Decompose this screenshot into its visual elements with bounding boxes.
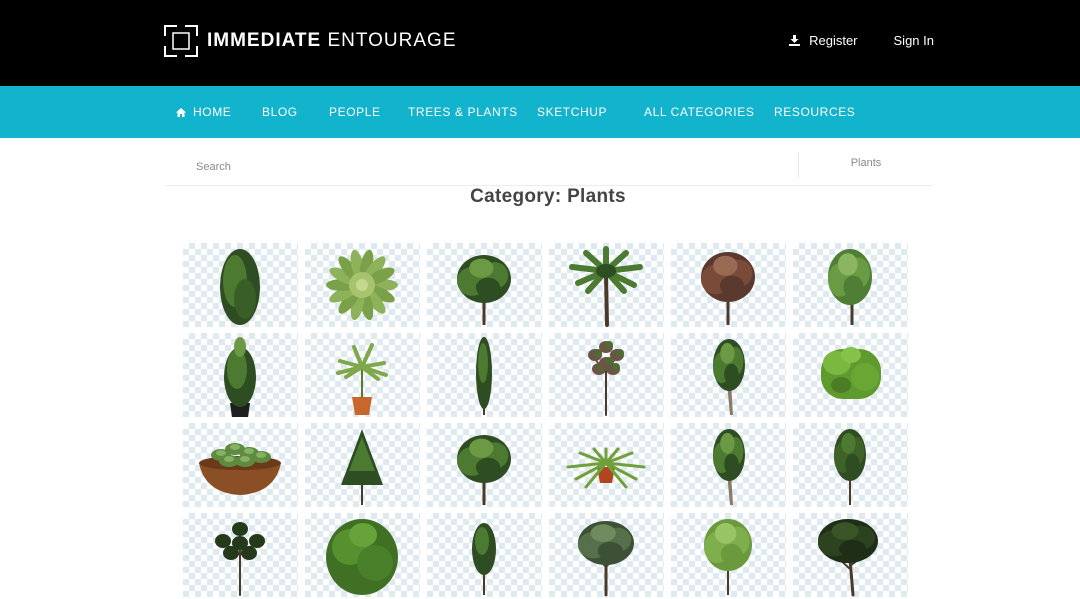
register-label: Register: [809, 33, 858, 48]
hedge-image: [821, 347, 881, 399]
bush-round-image: [326, 519, 398, 595]
tree-light-image: [828, 249, 872, 325]
tree-thin-image: [834, 429, 866, 505]
plant-thumbnail-hedge[interactable]: [793, 333, 908, 417]
site-logo[interactable]: IMMEDIATE ENTOURAGE: [163, 24, 457, 58]
plant-thumbnail-cypress-shrub[interactable]: [183, 243, 298, 327]
plant-thumbnail-palm[interactable]: [549, 243, 664, 327]
bowl-succulents-image: [199, 443, 281, 495]
tree-autumn-image: [701, 252, 755, 325]
home-icon: [176, 107, 186, 117]
nav-trees-plants[interactable]: TREES & PLANTS: [408, 86, 518, 138]
plant-thumbnail-tree-gnarled[interactable]: [793, 513, 908, 597]
nav-people[interactable]: PEOPLE: [329, 86, 381, 138]
nav-home-label: HOME: [193, 105, 232, 119]
potted-cone-image: [224, 337, 256, 417]
tree-round-image: [457, 255, 511, 325]
nav-blog[interactable]: BLOG: [262, 86, 298, 138]
logo-text-light: ENTOURAGE: [327, 30, 457, 51]
plant-thumbnail-tree-sparse-dark[interactable]: [183, 513, 298, 597]
plant-thumbnail-bush-round[interactable]: [305, 513, 420, 597]
palm-image: [569, 246, 643, 327]
logo-wordmark: IMMEDIATE ENTOURAGE: [207, 24, 457, 58]
category-select[interactable]: Plants: [799, 150, 933, 178]
plant-thumbnail-tree-round[interactable]: [427, 243, 542, 327]
plant-thumbnail-tree-light-round[interactable]: [671, 513, 786, 597]
tree-round-image: [457, 435, 511, 505]
plant-thumbnail-succulent-rosette[interactable]: [305, 243, 420, 327]
tree-sparse-image: [588, 341, 624, 416]
plant-thumbnail-potted-palm[interactable]: [305, 333, 420, 417]
main-nav: HOME BLOG PEOPLE TREES & PLANTS SKETCHUP…: [0, 86, 1080, 138]
search-bar: Plants: [165, 150, 933, 186]
nav-sketchup[interactable]: SKETCHUP: [537, 86, 607, 138]
tree-slim-image: [713, 429, 745, 505]
columnar-small-image: [472, 523, 496, 595]
plant-thumbnail-bowl-succulents[interactable]: [183, 423, 298, 507]
columnar-tree-image: [476, 337, 492, 415]
page-title: Category: Plants: [470, 186, 626, 207]
tree-gnarled-image: [818, 519, 878, 597]
succulent-rosette-image: [326, 249, 398, 321]
plant-thumbnail-olive-tree[interactable]: [549, 513, 664, 597]
plant-thumbnail-fern-pot[interactable]: [549, 423, 664, 507]
search-input[interactable]: [165, 150, 797, 184]
nav-home[interactable]: HOME: [176, 86, 231, 138]
plant-thumbnail-tree-autumn[interactable]: [671, 243, 786, 327]
plant-thumbnail-tree-light[interactable]: [793, 243, 908, 327]
plant-thumbnail-potted-cone[interactable]: [183, 333, 298, 417]
plant-thumbnail-columnar-small[interactable]: [427, 513, 542, 597]
tree-slim-image: [713, 339, 745, 415]
tree-light-round-image: [704, 519, 752, 595]
plant-thumbnail-tree-slim[interactable]: [671, 423, 786, 507]
site-header: IMMEDIATE ENTOURAGE Register Sign In: [0, 0, 1080, 86]
logo-text-bold: IMMEDIATE: [207, 30, 322, 51]
sign-in-link[interactable]: Sign In: [894, 33, 934, 48]
tree-sparse-dark-image: [215, 522, 265, 596]
bracket-square-logo-icon: [163, 24, 199, 58]
plant-thumbnail-conifer[interactable]: [305, 423, 420, 507]
cypress-shrub-image: [220, 249, 260, 325]
plant-grid: [183, 243, 913, 597]
olive-tree-image: [578, 521, 634, 597]
potted-palm-image: [336, 343, 388, 415]
plant-thumbnail-columnar-tree[interactable]: [427, 333, 542, 417]
nav-all-categories[interactable]: ALL CATEGORIES: [644, 86, 754, 138]
fern-pot-image: [566, 447, 646, 489]
plant-thumbnail-tree-round[interactable]: [427, 423, 542, 507]
conifer-image: [341, 429, 383, 505]
plant-thumbnail-tree-thin[interactable]: [793, 423, 908, 507]
nav-resources[interactable]: RESOURCES: [774, 86, 855, 138]
plant-thumbnail-tree-slim[interactable]: [671, 333, 786, 417]
download-icon: [789, 35, 801, 46]
plant-thumbnail-tree-sparse[interactable]: [549, 333, 664, 417]
register-link[interactable]: Register: [789, 33, 858, 48]
auth-links: Register Sign In: [789, 33, 934, 48]
